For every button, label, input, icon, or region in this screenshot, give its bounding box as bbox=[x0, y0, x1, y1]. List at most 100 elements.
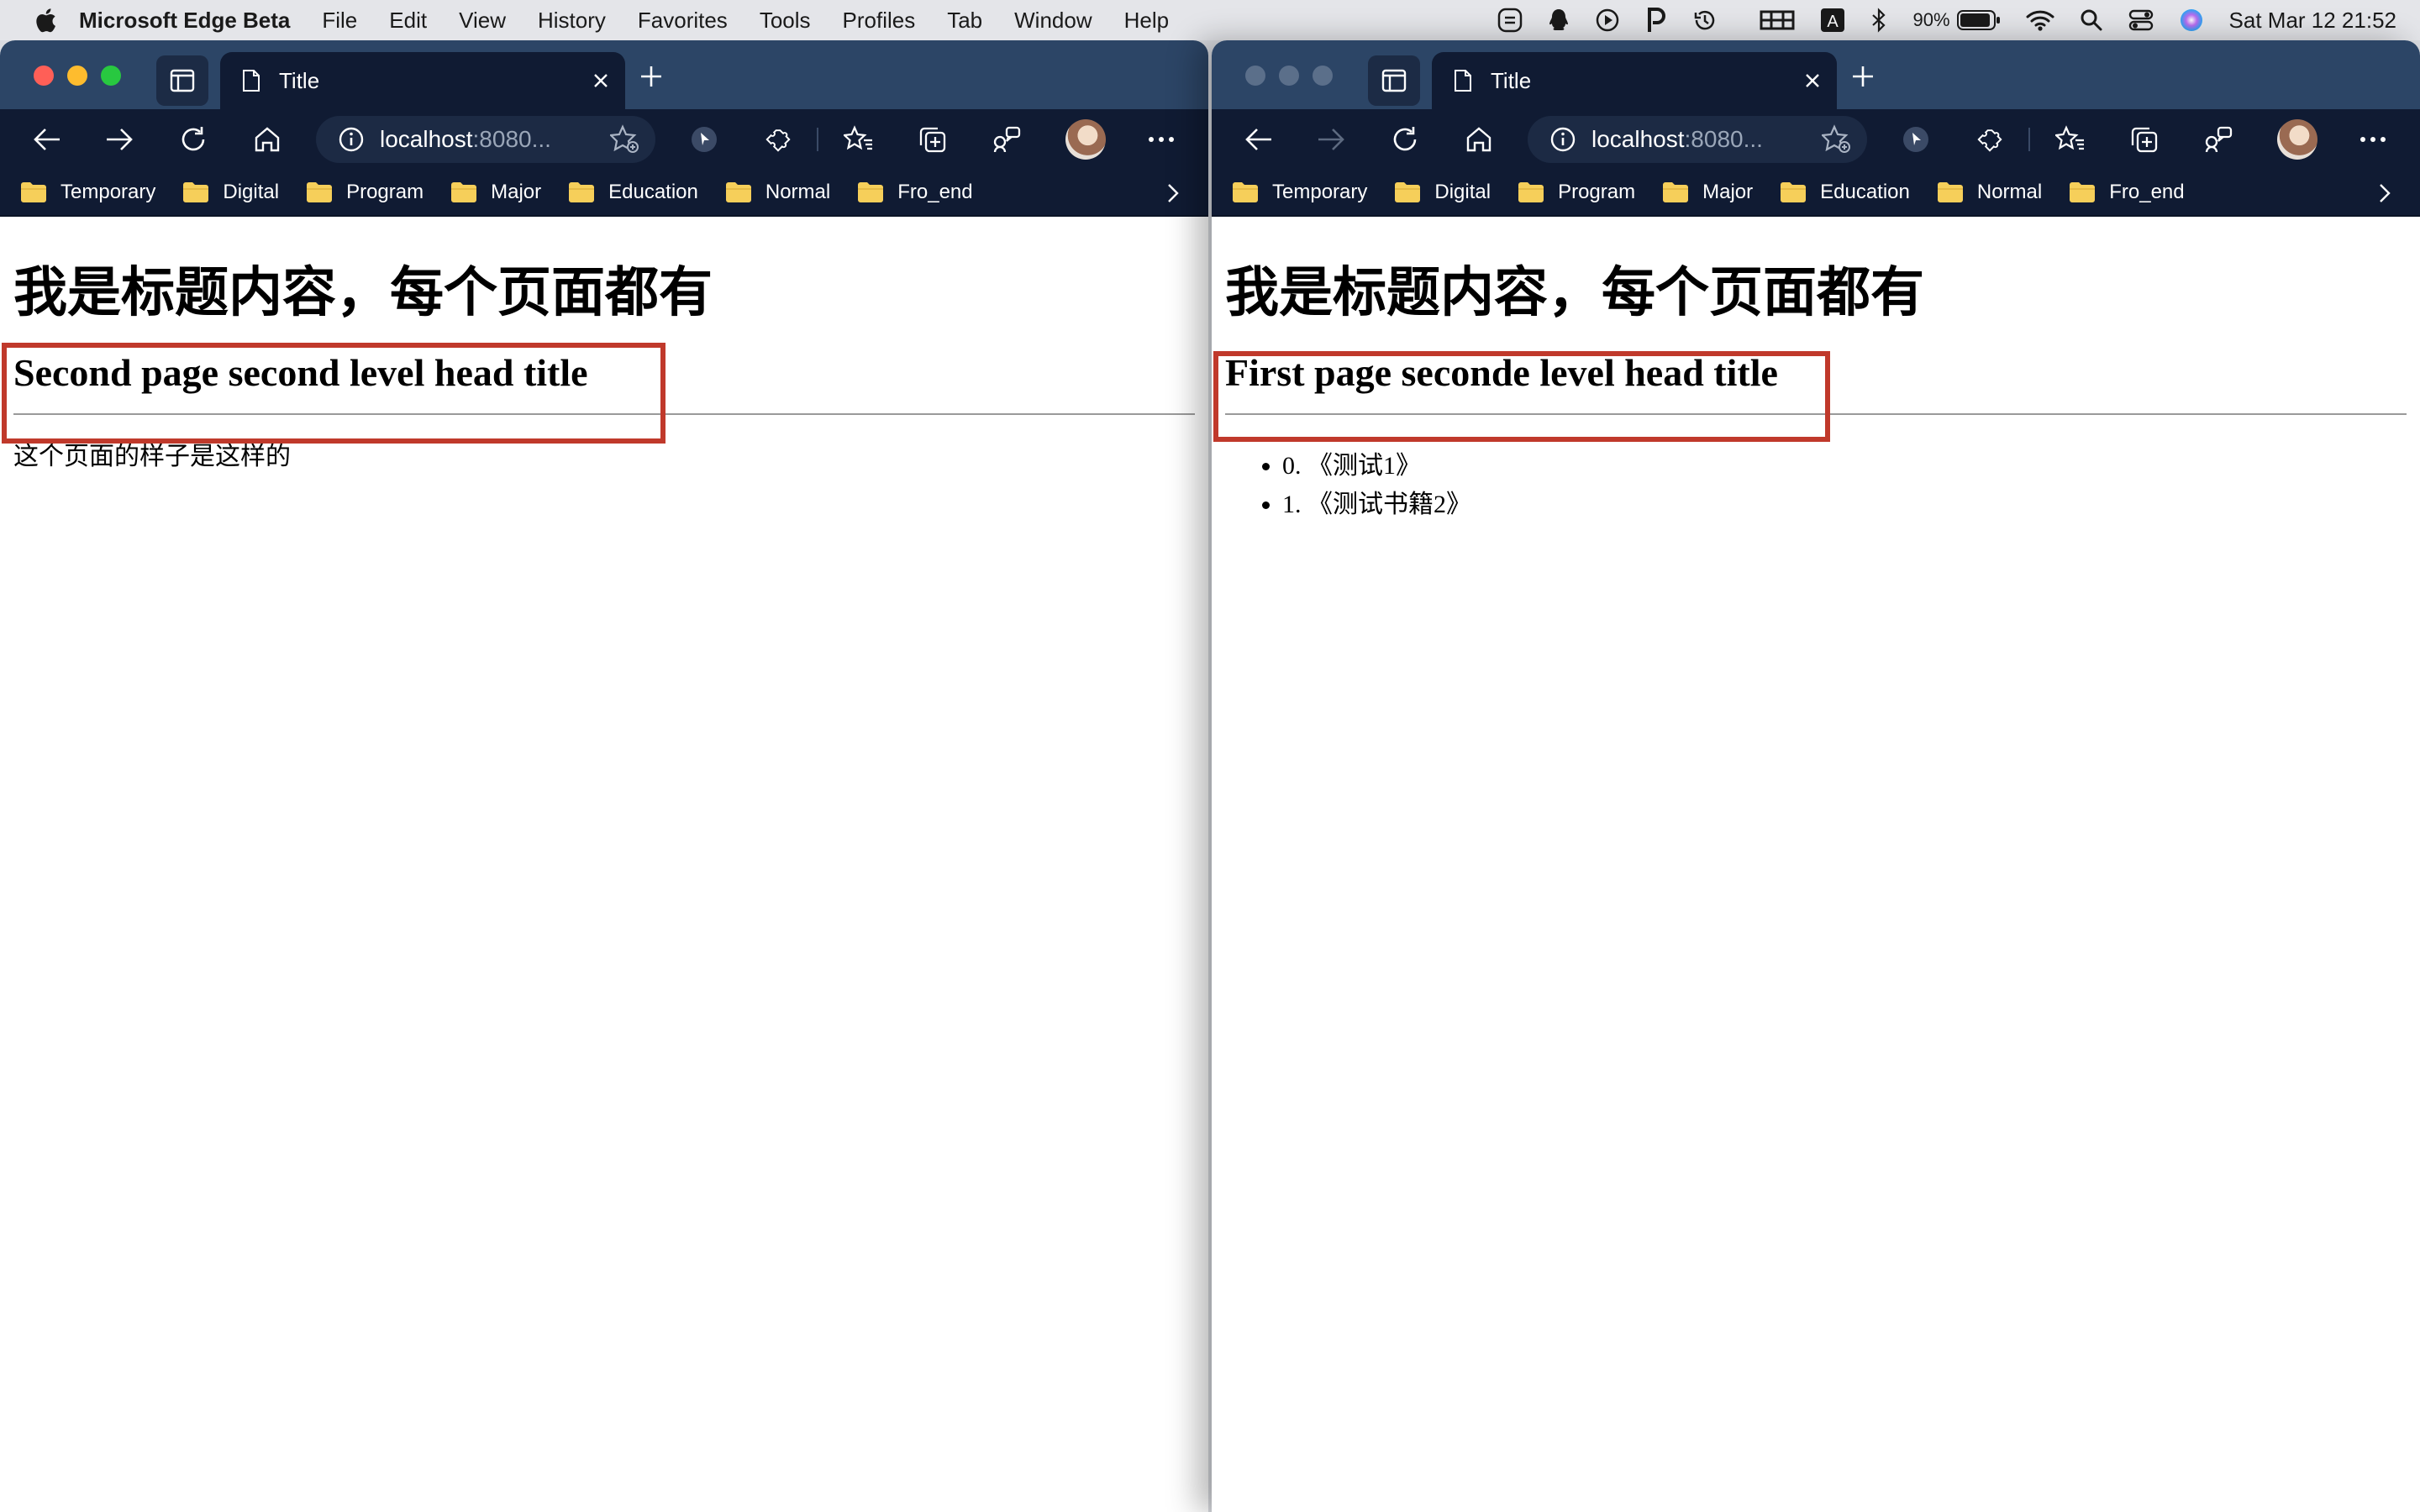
menubar-extra-icon[interactable] bbox=[1760, 8, 1795, 32]
menubar-clock[interactable]: Sat Mar 12 21:52 bbox=[2229, 8, 2396, 34]
zoom-window-button[interactable] bbox=[101, 66, 121, 86]
bookmark-fro-end[interactable]: Fro_end bbox=[857, 181, 973, 204]
time-machine-icon[interactable] bbox=[1692, 8, 1718, 33]
address-bar[interactable]: localhost:8080... bbox=[1528, 116, 1867, 163]
close-window-button[interactable] bbox=[34, 66, 54, 86]
close-icon[interactable] bbox=[1803, 71, 1822, 90]
new-tab-icon[interactable] bbox=[639, 64, 664, 89]
info-icon[interactable] bbox=[338, 126, 365, 153]
bluetooth-icon[interactable] bbox=[1870, 8, 1887, 33]
menu-tab[interactable]: Tab bbox=[947, 8, 982, 34]
menu-window[interactable]: Window bbox=[1014, 8, 1092, 34]
home-button[interactable] bbox=[249, 121, 286, 158]
collections-button[interactable] bbox=[914, 121, 951, 158]
tab-title: Title bbox=[1491, 67, 1532, 93]
profile-avatar[interactable] bbox=[1065, 119, 1106, 160]
tab-actions-button[interactable] bbox=[1368, 55, 1420, 106]
address-bar[interactable]: localhost:8080... bbox=[316, 116, 655, 163]
menu-file[interactable]: File bbox=[322, 8, 357, 34]
cursor-extension-button[interactable] bbox=[1897, 121, 1934, 158]
cursor-extension-button[interactable] bbox=[686, 121, 723, 158]
bookmark-major[interactable]: Major bbox=[450, 181, 541, 204]
share-button[interactable] bbox=[988, 121, 1025, 158]
favorites-button[interactable] bbox=[2052, 121, 2089, 158]
folder-icon bbox=[1395, 182, 1421, 202]
favorite-add-icon[interactable] bbox=[610, 124, 640, 155]
refresh-button[interactable] bbox=[175, 121, 212, 158]
p-app-icon[interactable] bbox=[1645, 7, 1667, 34]
tab-title: Title bbox=[279, 67, 320, 93]
share-icon bbox=[993, 126, 1021, 153]
chevron-right-icon[interactable] bbox=[1166, 182, 1180, 204]
tab-actions-button[interactable] bbox=[156, 55, 208, 106]
more-button[interactable] bbox=[1143, 121, 1180, 158]
wifi-icon[interactable] bbox=[2026, 8, 2054, 32]
bookmark-temporary[interactable]: Temporary bbox=[1232, 181, 1367, 204]
favorite-add-icon[interactable] bbox=[1822, 124, 1852, 155]
tab-active[interactable]: Title bbox=[220, 52, 625, 109]
sync-status-icon[interactable] bbox=[1497, 8, 1523, 33]
collections-button[interactable] bbox=[2126, 121, 2163, 158]
cursor-extension-icon bbox=[692, 127, 717, 152]
url-rest: :8080... bbox=[472, 126, 551, 152]
bookmark-label: Major bbox=[491, 181, 542, 203]
qq-icon[interactable] bbox=[1548, 8, 1570, 33]
refresh-button[interactable] bbox=[1386, 121, 1423, 158]
extensions-button[interactable] bbox=[1971, 121, 2008, 158]
bookmark-digital[interactable]: Digital bbox=[182, 181, 279, 204]
back-button[interactable] bbox=[1240, 121, 1277, 158]
search-icon[interactable] bbox=[2080, 8, 2103, 32]
menu-tools[interactable]: Tools bbox=[760, 8, 811, 34]
page-icon bbox=[243, 70, 260, 92]
close-icon[interactable] bbox=[592, 71, 610, 90]
bookmark-label: Education bbox=[608, 181, 698, 203]
menu-view[interactable]: View bbox=[459, 8, 506, 34]
collections-icon bbox=[919, 127, 946, 153]
battery-status[interactable]: 90% bbox=[1912, 9, 2000, 31]
back-button[interactable] bbox=[29, 121, 66, 158]
input-source-icon[interactable]: A bbox=[1820, 8, 1845, 33]
menu-favorites[interactable]: Favorites bbox=[638, 8, 728, 34]
bookmark-digital[interactable]: Digital bbox=[1394, 181, 1491, 204]
minimize-window-button[interactable] bbox=[67, 66, 87, 86]
battery-percent: 90% bbox=[1912, 9, 1950, 30]
home-button[interactable] bbox=[1460, 121, 1497, 158]
profile-avatar[interactable] bbox=[2277, 119, 2317, 160]
menu-app-name[interactable]: Microsoft Edge Beta bbox=[79, 8, 290, 34]
control-center-icon[interactable] bbox=[2128, 8, 2154, 32]
bookmark-education[interactable]: Education bbox=[568, 181, 698, 204]
window-controls bbox=[34, 66, 134, 86]
bookmark-temporary[interactable]: Temporary bbox=[20, 181, 155, 204]
menu-profiles[interactable]: Profiles bbox=[843, 8, 916, 34]
bookmark-major[interactable]: Major bbox=[1662, 181, 1753, 204]
new-tab-icon[interactable] bbox=[1850, 64, 1876, 89]
menu-history[interactable]: History bbox=[538, 8, 606, 34]
share-button[interactable] bbox=[2200, 121, 2237, 158]
bookmark-program[interactable]: Program bbox=[1518, 181, 1635, 204]
info-icon[interactable] bbox=[1549, 126, 1576, 153]
favorites-button[interactable] bbox=[840, 121, 877, 158]
tab-active[interactable]: Title bbox=[1432, 52, 1837, 109]
extensions-button[interactable] bbox=[760, 121, 797, 158]
bookmark-normal[interactable]: Normal bbox=[1937, 181, 2042, 204]
bookmark-fro-end[interactable]: Fro_end bbox=[2069, 181, 2185, 204]
apple-icon[interactable] bbox=[32, 6, 57, 34]
play-icon[interactable] bbox=[1595, 8, 1620, 33]
chevron-right-icon[interactable] bbox=[2378, 182, 2391, 204]
zoom-window-button[interactable] bbox=[1313, 66, 1333, 86]
home-icon bbox=[1466, 127, 1491, 152]
bookmark-program[interactable]: Program bbox=[306, 181, 424, 204]
siri-icon[interactable] bbox=[2179, 8, 2204, 33]
bookmark-normal[interactable]: Normal bbox=[725, 181, 830, 204]
close-window-button[interactable] bbox=[1245, 66, 1265, 86]
menu-edit[interactable]: Edit bbox=[389, 8, 427, 34]
window-controls bbox=[1245, 66, 1346, 86]
minimize-window-button[interactable] bbox=[1279, 66, 1299, 86]
forward-button[interactable] bbox=[1313, 121, 1349, 158]
bookmark-education[interactable]: Education bbox=[1780, 181, 1910, 204]
forward-button[interactable] bbox=[101, 121, 138, 158]
menu-help[interactable]: Help bbox=[1124, 8, 1169, 34]
title-bar: Title bbox=[0, 40, 1208, 109]
bookmark-label: Program bbox=[1558, 181, 1636, 203]
more-button[interactable] bbox=[2354, 121, 2391, 158]
